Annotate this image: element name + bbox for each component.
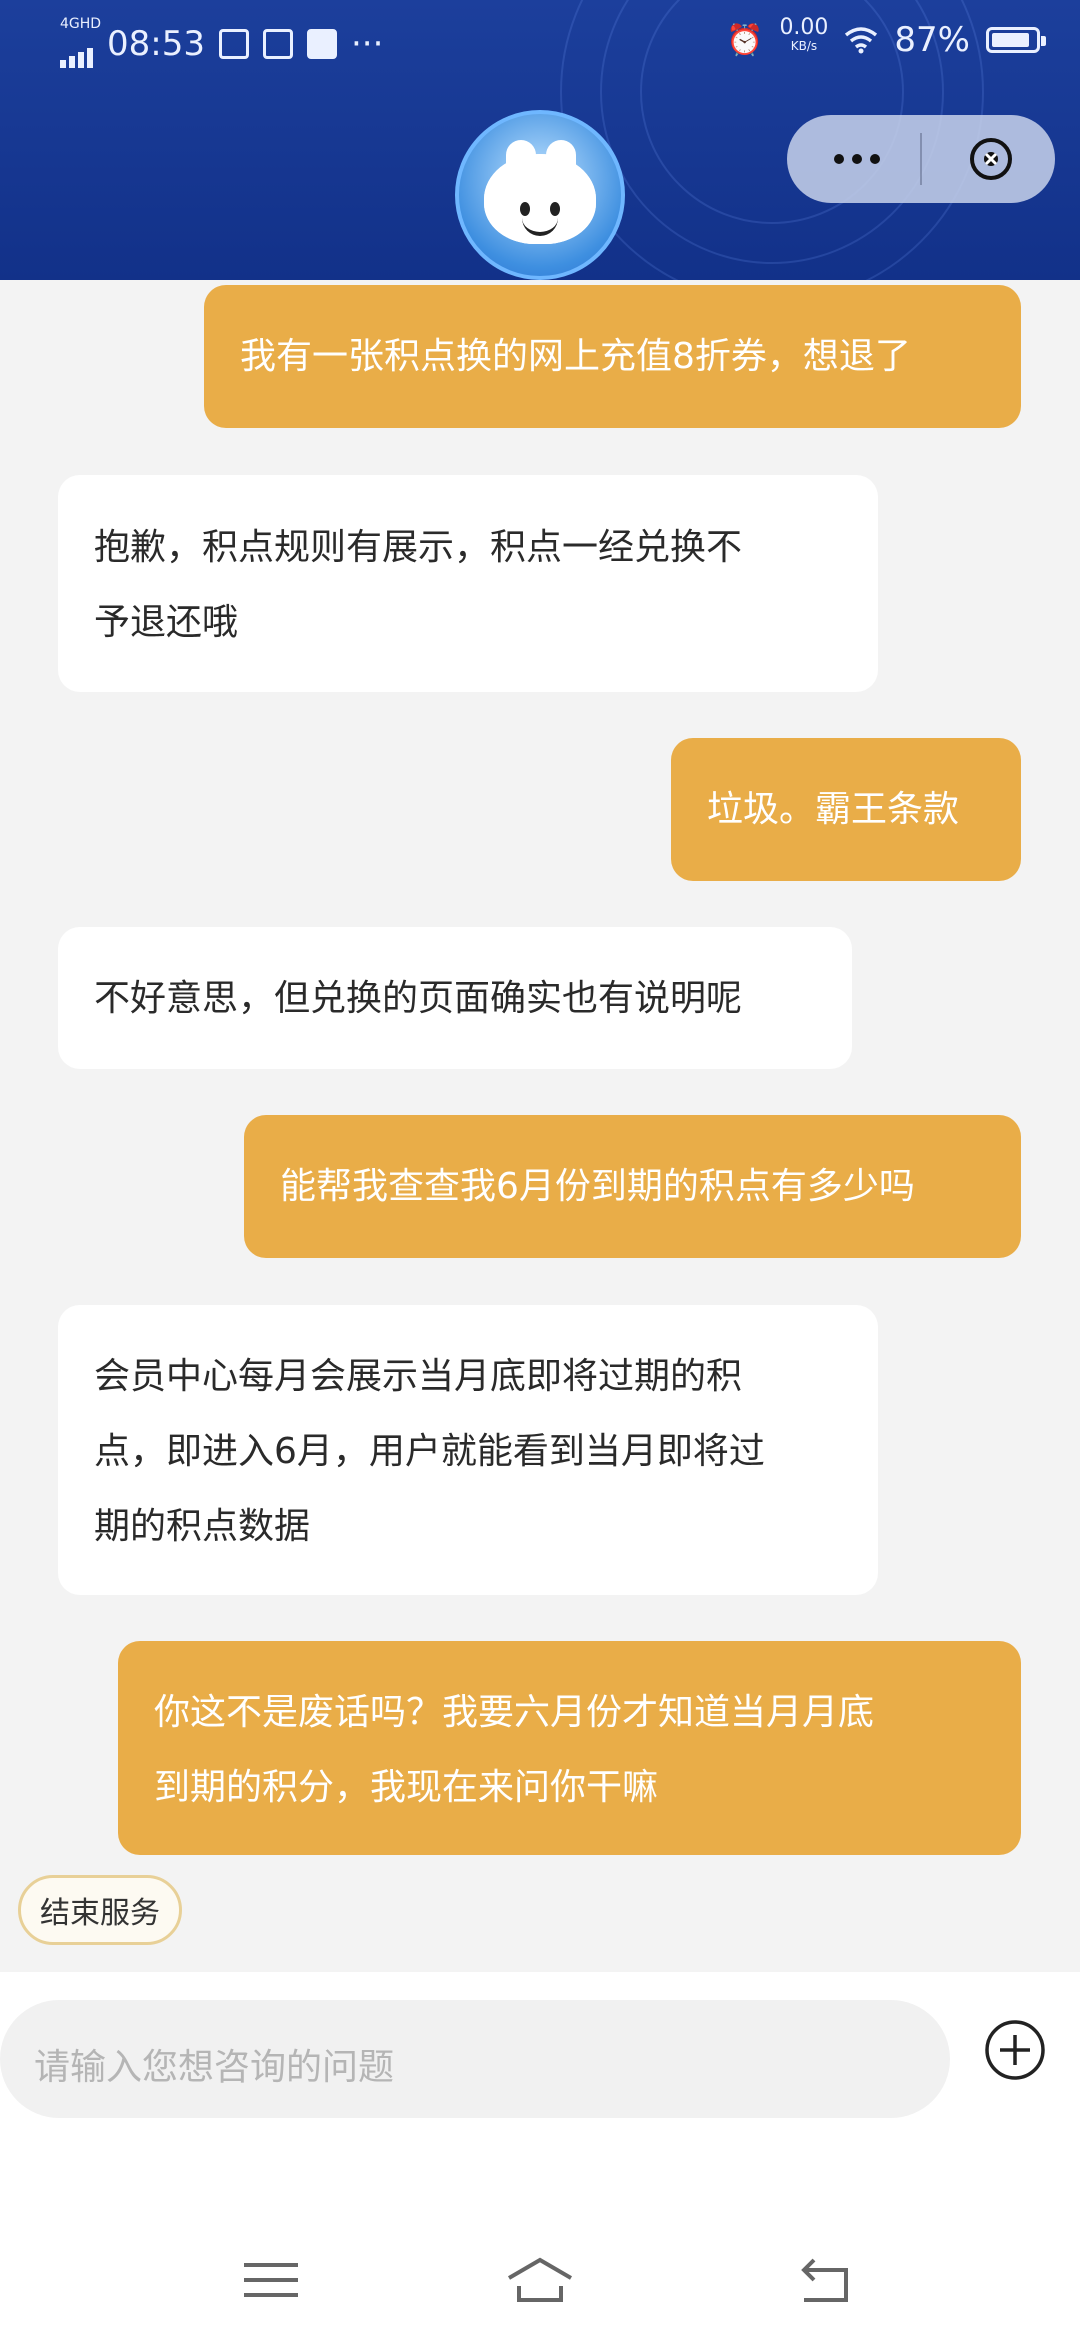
more-notifications-icon: ··· <box>350 24 384 64</box>
input-area: 请输入您想咨询的问题 <box>0 1972 1080 2340</box>
capsule-divider <box>920 133 922 185</box>
wifi-icon <box>845 27 878 54</box>
user-message: 垃圾。霸王条款 <box>671 738 1021 881</box>
send-icon <box>306 29 337 59</box>
user-message: 能帮我查查我6月份到期的积点有多少吗 <box>244 1115 1021 1258</box>
message-text: 不好意思，但兑换的页面确实也有说明呢 <box>94 978 743 1019</box>
message-text: 会员中心每月会展示当月底即将过期的积 <box>94 1356 743 1397</box>
header: 4GHD 08:53 ··· ⏰ 0.00 KB/s 87% <box>0 0 1080 280</box>
end-service-button[interactable]: 结束服务 <box>18 1875 182 1945</box>
bot-message: 会员中心每月会展示当月底即将过期的积 点，即进入6月，用户就能看到当月即将过 期… <box>58 1305 878 1595</box>
message-text: 能帮我查查我6月份到期的积点有多少吗 <box>280 1166 915 1207</box>
bunny-eye <box>520 202 530 216</box>
home-icon[interactable] <box>505 2250 575 2310</box>
message-text: 予退还哦 <box>94 602 239 643</box>
more-dots-icon[interactable] <box>827 135 887 183</box>
user-message: 你这不是废话吗？我要六月份才知道当月月底 到期的积分，我现在来问你干嘛 <box>118 1641 1021 1855</box>
message-text: 点，即进入6月，用户就能看到当月即将过 <box>94 1431 765 1472</box>
message-text: 期的积点数据 <box>94 1506 311 1547</box>
network-type: 4GHD <box>60 16 102 32</box>
alarm-icon: ⏰ <box>726 22 764 58</box>
system-nav-bar <box>0 2220 1080 2330</box>
input-placeholder: 请输入您想咨询的问题 <box>34 2047 395 2088</box>
status-bar: 4GHD 08:53 ··· ⏰ 0.00 KB/s 87% <box>0 0 1080 82</box>
question-input[interactable]: 请输入您想咨询的问题 <box>0 2000 950 2118</box>
battery-percent: 87% <box>894 20 970 60</box>
clock: 08:53 <box>107 24 205 64</box>
back-icon[interactable] <box>790 2250 860 2310</box>
bot-message: 不好意思，但兑换的页面确实也有说明呢 <box>58 927 852 1069</box>
user-message: 我有一张积点换的网上充值8折券，想退了 <box>204 285 1021 428</box>
calendar-icon <box>218 29 249 59</box>
bunny-face <box>484 140 596 244</box>
plus-circle-icon[interactable] <box>984 2019 1046 2081</box>
menu-icon[interactable] <box>236 2250 306 2310</box>
message-text: 你这不是废话吗？我要六月份才知道当月月底 <box>154 1692 875 1733</box>
message-text: 到期的积分，我现在来问你干嘛 <box>154 1767 659 1808</box>
message-text: 我有一张积点换的网上充值8折券，想退了 <box>240 336 911 377</box>
close-circle-icon[interactable] <box>967 135 1015 183</box>
signal-icon: 4GHD <box>60 16 101 68</box>
miniprogram-capsule <box>787 115 1055 203</box>
note-icon <box>262 29 293 59</box>
message-text: 垃圾。霸王条款 <box>707 789 960 830</box>
bunny-eye <box>550 202 560 216</box>
message-text: 抱歉，积点规则有展示，积点一经兑换不 <box>94 527 743 568</box>
net-speed: 0.00 KB/s <box>779 15 829 54</box>
bunny-mascot-avatar <box>455 110 625 280</box>
battery-icon <box>986 27 1046 53</box>
bot-message: 抱歉，积点规则有展示，积点一经兑换不 予退还哦 <box>58 475 878 692</box>
